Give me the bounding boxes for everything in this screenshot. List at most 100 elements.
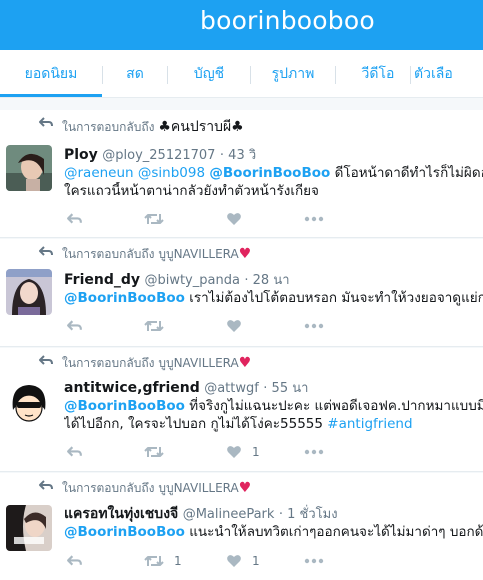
retweet-icon [144,214,164,224]
reply-icon [67,445,82,456]
retweet-icon [144,447,164,457]
more-icon [304,323,324,329]
tweet-actions: 1 [64,442,483,462]
tweet-header: Friend_dy @biwty_panda · 28 นา [64,269,290,290]
more-icon [304,558,324,564]
heart-icon [227,213,241,225]
red-heart-icon: ♥ [238,246,252,262]
more-button[interactable] [304,209,324,229]
tweet-text-line-1: @BoorinBooBoo แนะนำให้ลบทวิตเก่าๆออกคนจะ… [64,523,483,541]
avatar[interactable] [6,145,52,191]
tweet-text: เราไม่ต้องไปโต้ตอบหรอก มันจะทำให้วงยอจาด… [189,290,483,306]
reply-context: ในการตอบกลับถึง บูบูNAVILLERA♥ [62,245,251,264]
tweet-text-line-1: @raeneun @sinb098 @BoorinBooBoo ดีโอหน้า… [64,164,483,182]
user-handle[interactable]: @ploy_25121707 [102,148,215,163]
reply-button[interactable] [66,316,83,336]
tweet-text-line-1: @BoorinBooBoo เราไม่ต้องไปโต้ตอบหรอก มัน… [64,289,483,307]
tweet-header: แครอทในทุ่งเชบงจี @MalineePark · 1 ชั่วโ… [64,503,338,525]
tweet[interactable]: ในการตอบกลับถึง บูบูNAVILLERA♥ Friend_dy… [0,239,483,347]
reply-icon [67,319,82,330]
retweet-button[interactable] [144,316,174,336]
tweet-text: ที่จริงกูไม่แฉนะปะคะ แต่พอดีเจอฟค.ปากหมา… [189,398,483,414]
mention-main[interactable]: @BoorinBooBoo [64,398,185,414]
like-button[interactable] [226,209,252,229]
reply-icon [67,554,82,565]
retweet-button[interactable]: 1 [144,551,182,571]
tweet[interactable]: ในการตอบกลับถึง บูบูNAVILLERA♥ antitwice… [0,348,483,472]
retweet-count: 1 [174,554,182,568]
like-count: 1 [252,445,260,459]
reply-context: ในการตอบกลับถึง ♣คนปราบผี♣ [62,116,244,138]
timeline: ในการตอบกลับถึง ♣คนปราบผี♣ Ploy @ploy_25… [0,98,483,580]
more-button[interactable] [304,316,324,336]
tweet[interactable]: ในการตอบกลับถึง บูบูNAVILLERA♥ แครอทในทุ… [0,473,483,580]
reply-arrow-icon [39,246,53,256]
like-count: 1 [252,554,260,568]
reply-to-user[interactable]: บูบูNAVILLERA [158,247,238,261]
tab-top[interactable]: ยอดนิยม [0,50,102,97]
retweet-button[interactable] [144,442,174,462]
reply-button[interactable] [66,209,83,229]
timestamp[interactable]: · 1 ชั่วโมง [279,507,338,522]
hashtag[interactable]: #antigfriend [327,416,412,432]
reply-context: ในการตอบกลับถึง บูบูNAVILLERA♥ [62,354,251,373]
tab-accounts[interactable]: บัญชี [168,50,250,97]
tab-photos[interactable]: รูปภาพ [251,50,335,97]
top-bar: boorinbooboo [0,0,483,50]
retweet-icon [144,321,164,331]
tab-live[interactable]: สด [103,50,167,97]
reply-prefix: ในการตอบกลับถึง [62,120,155,134]
like-button[interactable]: 1 [226,551,260,571]
display-name[interactable]: Ploy [64,147,98,163]
avatar[interactable] [6,505,52,551]
tweet-text-line-2: ใครแถวนี้หน้าตาน่ากลัวยังทำตัวหน้ารังเกี… [64,182,483,200]
display-name[interactable]: Friend_dy [64,272,140,288]
reply-context: ในการตอบกลับถึง บูบูNAVILLERA♥ [62,479,251,498]
reply-to-user[interactable]: บูบูNAVILLERA [158,481,238,495]
more-button[interactable] [304,442,324,462]
tab-more-options[interactable]: ตัวเลือ [414,50,483,97]
tweet-text-line-1: @BoorinBooBoo ที่จริงกูไม่แฉนะปะคะ แต่พอ… [64,397,483,415]
display-name[interactable]: แครอทในทุ่งเชบงจี [64,506,178,522]
reply-arrow-icon [39,355,53,365]
more-icon [304,449,324,455]
reply-button[interactable] [66,442,83,462]
retweet-button[interactable] [144,209,174,229]
timestamp[interactable]: · 43 วิ [220,148,256,163]
mention-main[interactable]: @BoorinBooBoo [64,290,185,306]
reply-prefix: ในการตอบกลับถึง [62,481,155,495]
reply-to-user[interactable]: ♣คนปราบผี♣ [158,119,243,135]
tweet[interactable]: ในการตอบกลับถึง ♣คนปราบผี♣ Ploy @ploy_25… [0,110,483,238]
like-button[interactable]: 1 [226,442,260,462]
mention-main[interactable]: @BoorinBooBoo [209,165,330,181]
display-name[interactable]: antitwice,gfriend [64,380,200,396]
tweet-text: ใครแถวนี้หน้าตาน่ากลัวยังทำตัวหน้ารังเกี… [64,183,319,199]
app-title: boorinbooboo [200,6,375,35]
more-icon [304,216,324,222]
heart-icon [227,446,241,458]
mention-main[interactable]: @BoorinBooBoo [64,524,185,540]
like-button[interactable] [226,316,252,336]
tweet-actions [64,209,483,229]
user-handle[interactable]: @biwty_panda [144,273,239,288]
reply-icon [67,212,82,223]
tweet-text: ดีโอหน้าดาดีทำไรก็ไม่ผิดอะ [334,165,483,181]
more-button[interactable] [304,551,324,571]
reply-arrow-icon [39,480,53,490]
reply-prefix: ในการตอบกลับถึง [62,356,155,370]
avatar[interactable] [6,269,52,315]
tab-videos[interactable]: วีดีโอ [336,50,420,97]
timestamp[interactable]: · 28 นา [244,273,289,288]
reply-button[interactable] [66,551,83,571]
retweet-icon [144,556,164,566]
red-heart-icon: ♥ [238,480,252,496]
heart-icon [227,555,241,567]
reply-to-user[interactable]: บูบูNAVILLERA [158,356,238,370]
reply-arrow-icon [39,117,53,127]
tab-divider [410,66,411,84]
avatar[interactable] [6,380,52,426]
timestamp[interactable]: · 55 นา [263,381,308,396]
mentions[interactable]: @raeneun @sinb098 [64,165,205,181]
user-handle[interactable]: @MalineePark [183,507,275,522]
user-handle[interactable]: @attwgf [204,381,259,396]
